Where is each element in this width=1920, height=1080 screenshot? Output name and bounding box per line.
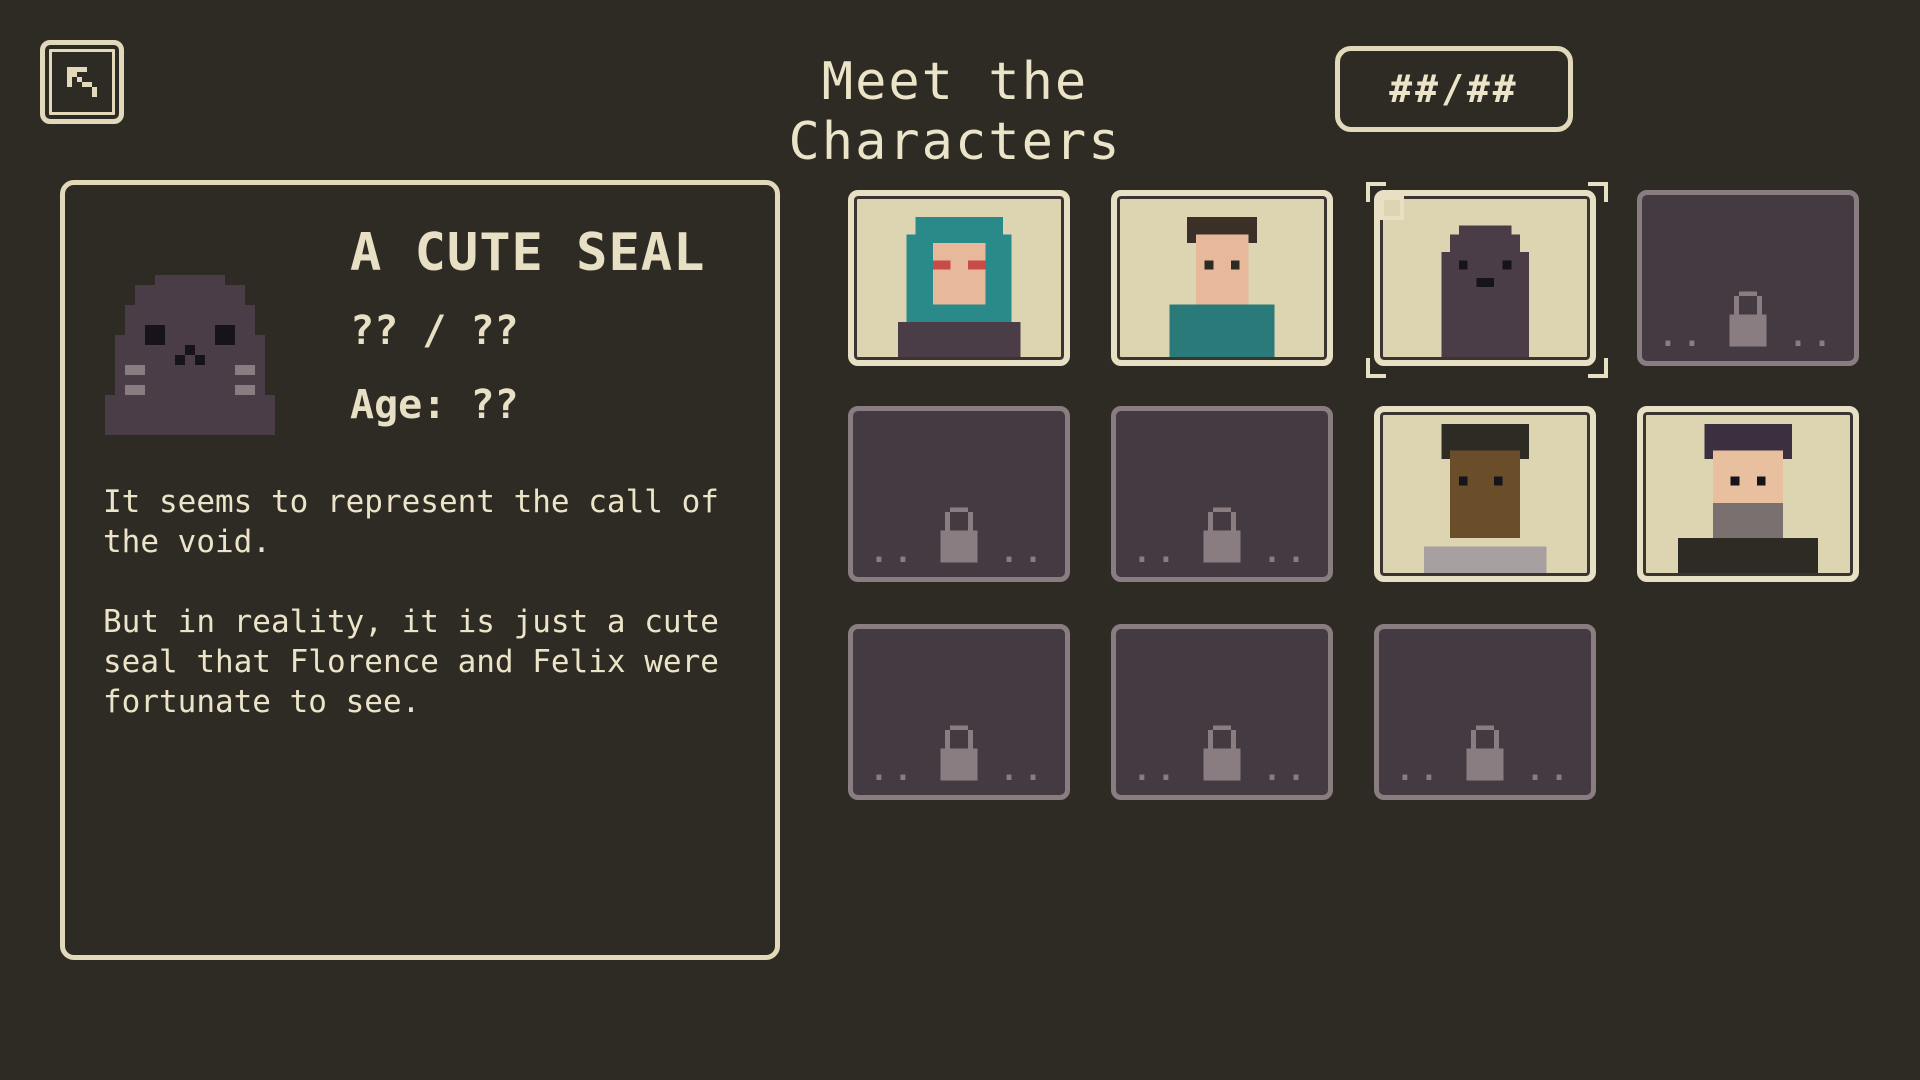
lock-icon [940,725,978,781]
page-title: Meet the Characters [788,52,1122,172]
character-description-1: It seems to represent the call of the vo… [103,484,719,560]
character-slot-5-locked[interactable]: .. .. [848,406,1070,582]
selection-corner-bl [1366,358,1386,378]
lock-icon [1203,507,1241,563]
woman-teal-hair-portrait [897,216,1021,357]
seal-portrait [1441,225,1529,357]
back-arrow-icon [67,67,97,97]
back-button[interactable] [40,40,124,124]
man-beard-portrait [1678,424,1818,573]
selection-corner-tl [1366,182,1386,202]
character-slot-9-locked[interactable]: .. .. [848,624,1070,800]
seal-portrait-large [105,275,275,435]
character-slot-7[interactable] [1374,406,1596,582]
boy-teal-hoodie-portrait [1169,216,1275,357]
character-slot-11-locked[interactable]: .. .. [1374,624,1596,800]
character-slot-4-locked[interactable]: .. .. [1637,190,1859,366]
lock-icon [1729,291,1767,347]
character-slot-6-locked[interactable]: .. .. [1111,406,1333,582]
character-slot-8[interactable] [1637,406,1859,582]
unlock-counter: ##/## [1335,46,1573,132]
selection-corner-br [1588,358,1608,378]
character-slot-3-selected[interactable] [1374,190,1596,366]
character-role: ?? / ?? [350,308,519,354]
character-description-2: But in reality, it is just a cute seal t… [103,604,719,720]
character-slot-1[interactable] [848,190,1070,366]
lock-icon [940,507,978,563]
character-age: Age: ?? [350,382,519,428]
character-slot-10-locked[interactable]: .. .. [1111,624,1333,800]
character-detail-panel: A CUTE SEAL ?? / ?? Age: ?? It seems to … [60,180,780,960]
dark-skinned-person-portrait [1423,424,1547,573]
lock-icon [1466,725,1504,781]
lock-icon [1203,725,1241,781]
selection-corner-tr [1588,182,1608,202]
character-name: A CUTE SEAL [350,223,706,283]
character-slot-2[interactable] [1111,190,1333,366]
